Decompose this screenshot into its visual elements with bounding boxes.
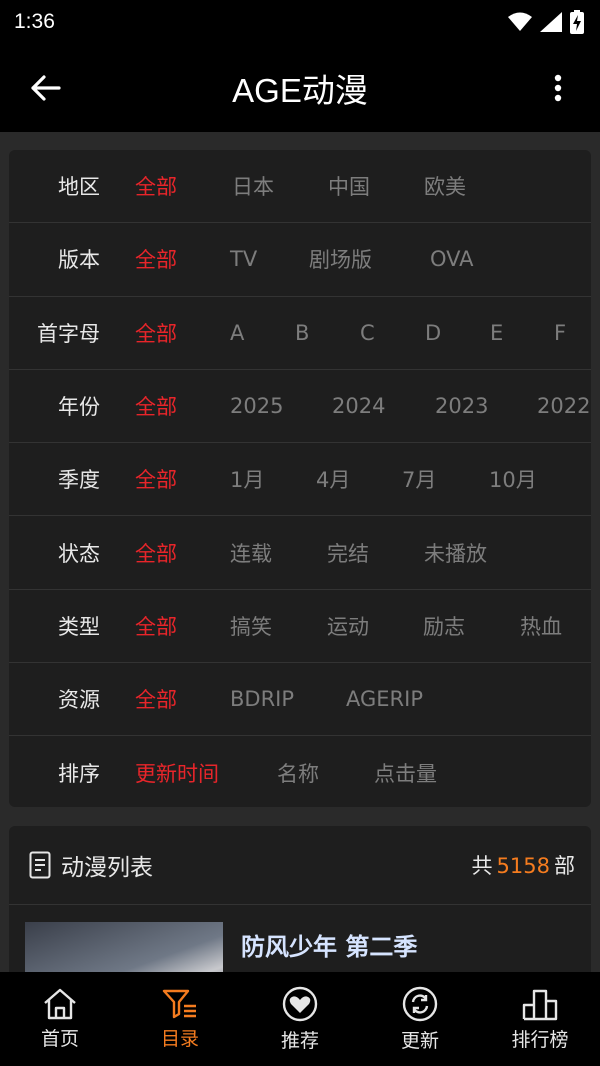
filter-option[interactable]: 热血 bbox=[520, 611, 562, 641]
more-vert-icon bbox=[554, 74, 562, 102]
filter-option[interactable]: 点击量 bbox=[374, 758, 437, 788]
wifi-icon bbox=[508, 12, 532, 31]
filter-row-season: 季度 全部 1月 4月 7月 10月 bbox=[9, 443, 591, 517]
filter-option[interactable]: 2023 bbox=[435, 394, 488, 418]
filter-option[interactable]: B bbox=[295, 321, 309, 345]
heart-icon bbox=[282, 986, 318, 1021]
status-bar: 1:36 bbox=[0, 0, 600, 44]
filter-label: 资源 bbox=[58, 688, 100, 713]
filter-option[interactable]: 2022 bbox=[537, 394, 590, 418]
count-prefix: 共 bbox=[471, 854, 493, 878]
filter-option[interactable]: 剧场版 bbox=[309, 244, 372, 274]
nav-label: 首页 bbox=[40, 1027, 79, 1050]
filter-option[interactable]: 全部 bbox=[135, 684, 177, 714]
back-button[interactable] bbox=[26, 70, 66, 106]
filter-option[interactable]: 连载 bbox=[230, 538, 272, 568]
filter-row-sort: 排序 更新时间 名称 点击量 bbox=[9, 736, 591, 807]
nav-item-catalog[interactable]: 目录 bbox=[120, 972, 240, 1066]
filter-row-year: 年份 全部 2025 2024 2023 2022 bbox=[9, 370, 591, 444]
count-suffix: 部 bbox=[554, 854, 575, 878]
filter-label: 季度 bbox=[58, 468, 100, 493]
filter-label: 首字母 bbox=[37, 321, 100, 346]
filter-option[interactable]: 完结 bbox=[327, 538, 369, 568]
nav-item-recommend[interactable]: 推荐 bbox=[240, 972, 360, 1066]
filter-option[interactable]: OVA bbox=[430, 247, 474, 271]
list-title: 动漫列表 bbox=[61, 855, 153, 881]
filter-option[interactable]: 运动 bbox=[327, 611, 369, 641]
filter-option[interactable]: F bbox=[554, 321, 566, 345]
podium-icon bbox=[522, 989, 558, 1020]
filter-option[interactable]: C bbox=[360, 321, 375, 345]
filter-label: 地区 bbox=[58, 175, 100, 200]
filter-label: 版本 bbox=[58, 248, 100, 273]
status-icons bbox=[508, 10, 584, 34]
battery-charging-icon bbox=[570, 10, 584, 34]
list-header: 动漫列表 共 5158 部 bbox=[9, 826, 591, 905]
page-title: AGE动漫 bbox=[232, 72, 368, 109]
filter-option[interactable]: TV bbox=[230, 247, 257, 271]
nav-label: 更新 bbox=[400, 1029, 439, 1052]
filter-list-icon bbox=[162, 989, 196, 1018]
filter-option[interactable]: 2025 bbox=[230, 394, 283, 418]
filter-row-version: 版本 全部 TV 剧场版 OVA bbox=[9, 223, 591, 297]
filter-option[interactable]: 1月 bbox=[230, 464, 264, 494]
filter-option[interactable]: 全部 bbox=[135, 464, 177, 494]
filter-option[interactable]: D bbox=[425, 321, 441, 345]
app-bar: AGE动漫 bbox=[0, 44, 600, 132]
filter-option[interactable]: 未播放 bbox=[424, 538, 487, 568]
filter-option[interactable]: 7月 bbox=[402, 464, 436, 494]
filter-option[interactable]: 日本 bbox=[232, 171, 274, 201]
filter-option[interactable]: AGERIP bbox=[346, 687, 423, 711]
filter-label: 类型 bbox=[58, 614, 100, 639]
filter-option[interactable]: 全部 bbox=[135, 318, 177, 348]
nav-item-update[interactable]: 更新 bbox=[360, 972, 480, 1066]
filter-row-status: 状态 全部 连载 完结 未播放 bbox=[9, 516, 591, 590]
filter-option[interactable]: 全部 bbox=[135, 611, 177, 641]
filter-row-resource: 资源 全部 BDRIP AGERIP bbox=[9, 663, 591, 737]
filter-option[interactable]: 名称 bbox=[277, 758, 319, 788]
home-icon bbox=[44, 988, 76, 1019]
filter-option[interactable]: 搞笑 bbox=[230, 611, 272, 641]
filter-option[interactable]: 4月 bbox=[316, 464, 350, 494]
filter-option[interactable]: 更新时间 bbox=[135, 758, 219, 788]
signal-icon bbox=[540, 12, 562, 32]
filter-option[interactable]: 10月 bbox=[489, 464, 537, 494]
nav-label: 推荐 bbox=[280, 1029, 319, 1052]
refresh-icon bbox=[402, 986, 438, 1021]
count-number: 5158 bbox=[496, 854, 550, 878]
anime-title[interactable]: 防风少年 第二季 bbox=[241, 927, 417, 962]
filter-row-genre: 类型 全部 搞笑 运动 励志 热血 bbox=[9, 590, 591, 664]
filter-option[interactable]: 全部 bbox=[135, 391, 177, 421]
nav-label: 排行榜 bbox=[511, 1028, 569, 1051]
filter-label: 排序 bbox=[58, 762, 100, 787]
nav-item-home[interactable]: 首页 bbox=[0, 972, 120, 1066]
more-options-button[interactable] bbox=[538, 70, 578, 106]
list-count: 共 5158 部 bbox=[472, 850, 575, 880]
filter-option[interactable]: 欧美 bbox=[424, 171, 466, 201]
arrow-left-icon bbox=[31, 75, 61, 101]
filter-panel: 地区 全部 日本 中国 欧美 版本 全部 TV 剧场版 OVA 首字母 全部 A… bbox=[9, 150, 591, 807]
filter-label: 年份 bbox=[58, 395, 100, 420]
filter-option[interactable]: 全部 bbox=[135, 171, 177, 201]
filter-row-initial: 首字母 全部 A B C D E F bbox=[9, 297, 591, 370]
filter-option[interactable]: 励志 bbox=[423, 611, 465, 641]
filter-row-region: 地区 全部 日本 中国 欧美 bbox=[9, 150, 591, 224]
nav-label: 目录 bbox=[160, 1027, 199, 1050]
filter-option[interactable]: 全部 bbox=[135, 538, 177, 568]
filter-option[interactable]: BDRIP bbox=[230, 687, 294, 711]
filter-option[interactable]: 全部 bbox=[135, 244, 177, 274]
filter-label: 状态 bbox=[58, 541, 100, 566]
document-list-icon bbox=[29, 851, 51, 879]
status-time: 1:36 bbox=[14, 10, 55, 33]
nav-item-ranking[interactable]: 排行榜 bbox=[480, 972, 600, 1066]
filter-option[interactable]: 中国 bbox=[328, 171, 370, 201]
bottom-nav: 首页 目录 推荐 更新 排行榜 bbox=[0, 972, 600, 1066]
filter-option[interactable]: E bbox=[490, 321, 503, 345]
filter-option[interactable]: A bbox=[230, 321, 244, 345]
filter-option[interactable]: 2024 bbox=[332, 394, 385, 418]
